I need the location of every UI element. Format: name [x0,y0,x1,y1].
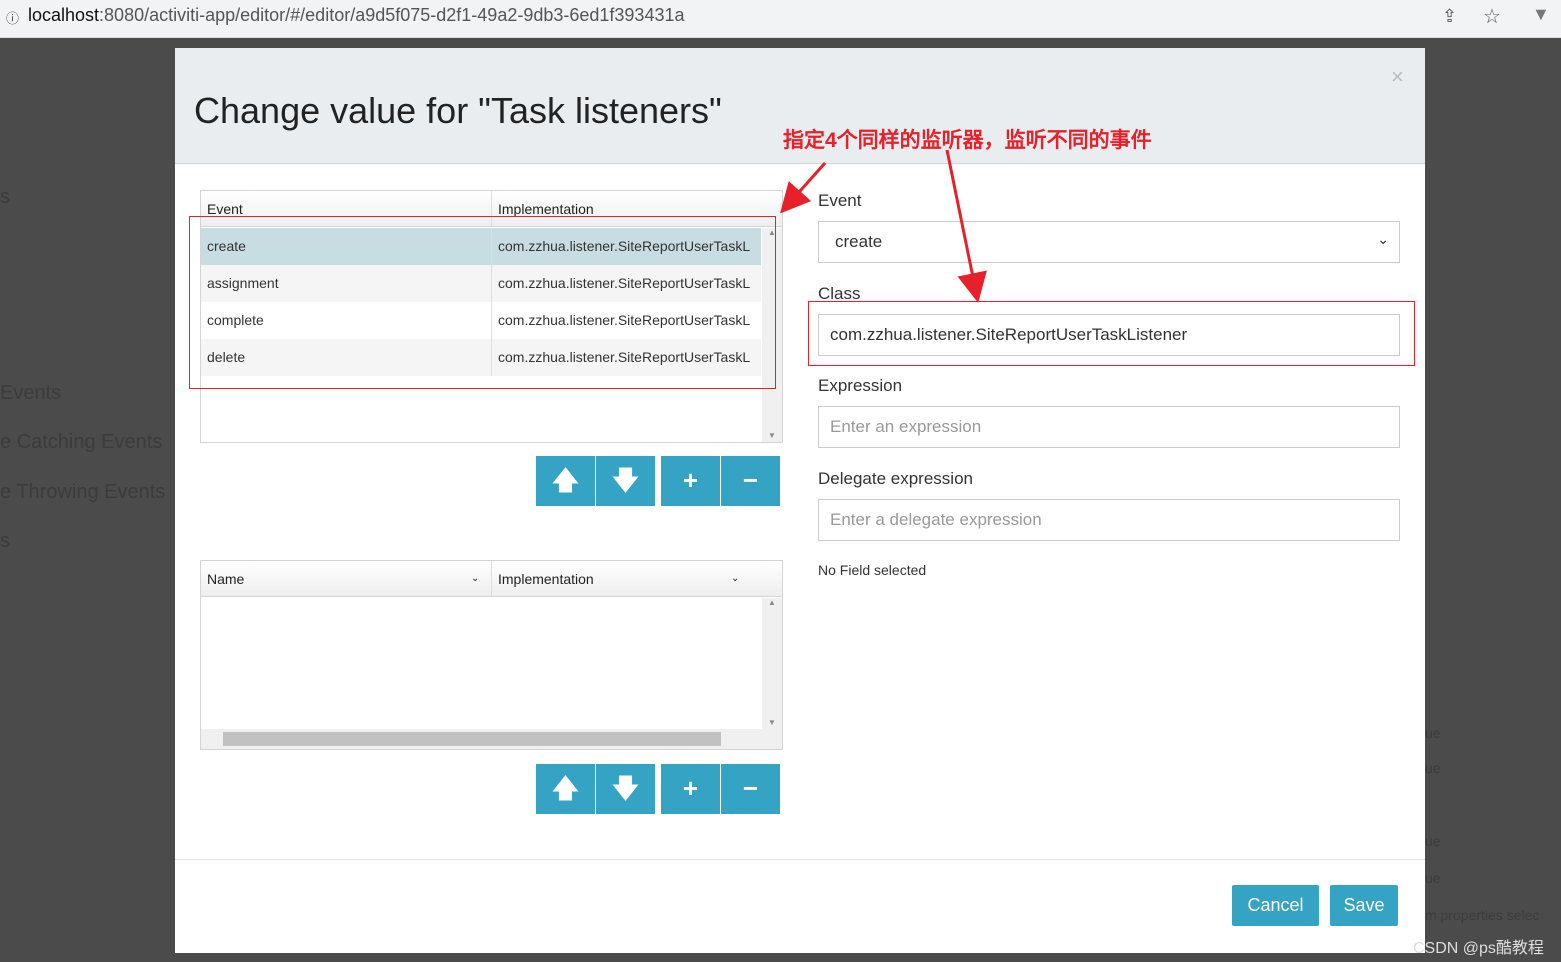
arrow-to-class [945,149,987,303]
watermark: CSDN @ps酷教程 [1413,940,1544,957]
arrow-to-table [780,162,827,214]
annotation-arrows [780,149,987,303]
